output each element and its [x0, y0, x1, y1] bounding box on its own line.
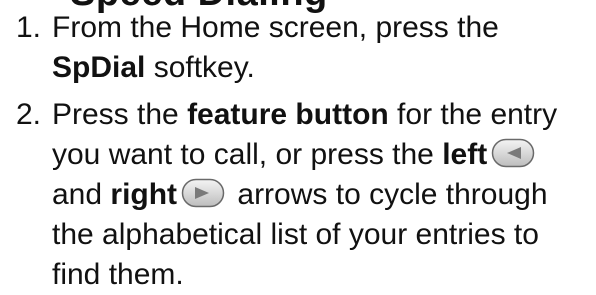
step-2-line-2: you want to call, or press the left: [52, 135, 557, 175]
step-2-line-4: the alphabetical list of your entries to: [52, 218, 539, 251]
step-1-line-2: SpDial softkey.: [52, 51, 255, 84]
softkey-name: SpDial: [52, 51, 146, 84]
left-arrow-key-icon: [491, 138, 535, 168]
step-number: 2.: [16, 98, 42, 131]
step-2-line-5: find them.: [52, 258, 184, 291]
step-1-line-1: From the Home screen, press the: [52, 11, 499, 44]
step-2-line-3: and right arrows to cycle through: [52, 178, 548, 211]
right-arrow-key-icon: [181, 178, 225, 208]
step-number: 1.: [16, 11, 42, 44]
step-2-line-1: Press the feature button for the entry: [52, 98, 558, 131]
